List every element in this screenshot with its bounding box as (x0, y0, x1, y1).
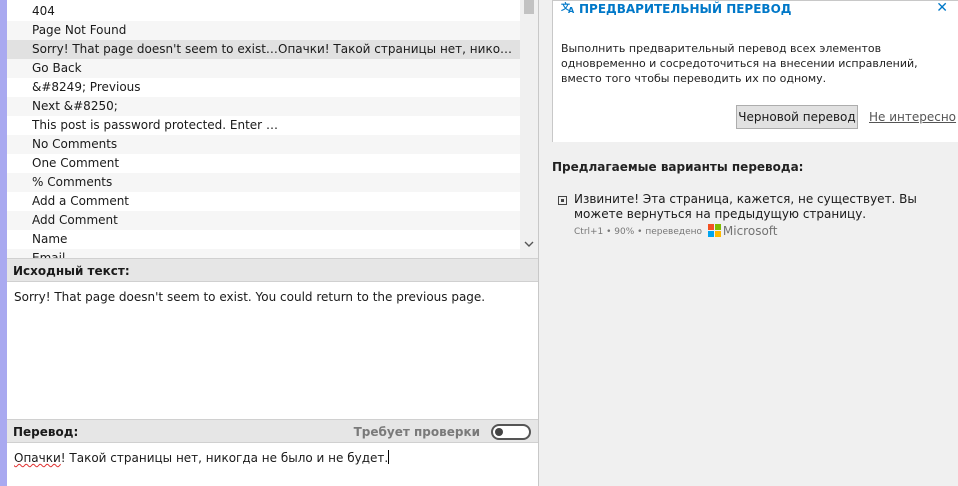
string-source: Page Not Found (32, 23, 127, 37)
string-source: Go Back (32, 61, 82, 75)
string-source: Sorry! That page doesn't seem to exist. … (32, 42, 278, 56)
translation-text: ! Такой страницы нет, никогда не было и … (60, 451, 389, 465)
string-row[interactable]: Next &#8250; (7, 97, 520, 116)
pretranslate-card: 文A ПРЕДВАРИТЕЛЬНЫЙ ПЕРЕВОД ✕ Выполнить п… (552, 0, 958, 142)
string-row[interactable]: &#8249; Previous (7, 78, 520, 97)
string-source: % Comments (32, 175, 113, 189)
string-translation: Опачки! Такой страницы нет, никогда не .… (278, 42, 516, 56)
string-list: 404 Page Not Found Sorry! That page does… (7, 0, 538, 258)
chevron-down-icon[interactable] (524, 240, 534, 252)
string-row[interactable]: 404 (7, 2, 520, 21)
source-text-title: Исходный текст: (13, 264, 130, 278)
not-interested-link[interactable]: Не интересно (869, 105, 956, 129)
left-accent-bar (0, 0, 7, 486)
string-source: Email (32, 251, 66, 258)
source-text-header: Исходный текст: (7, 258, 538, 282)
misspelled-word: Опачки (14, 451, 61, 465)
suggestion-meta-text: Ctrl+1 • 90% • переведено (574, 227, 703, 237)
string-source: Add Comment (32, 213, 118, 227)
string-row[interactable]: One Comment (7, 154, 520, 173)
string-row[interactable]: Add Comment (7, 211, 520, 230)
svg-text:A: A (568, 6, 575, 13)
string-row[interactable]: Email (7, 249, 520, 258)
string-source: Next &#8250; (32, 99, 118, 113)
string-row-selected[interactable]: Sorry! That page doesn't seem to exist. … (7, 40, 520, 59)
translation-title: Перевод: (13, 425, 79, 439)
suggestion-icon (558, 196, 567, 205)
editor-pane: 404 Page Not Found Sorry! That page does… (7, 0, 538, 486)
close-icon[interactable]: ✕ (936, 0, 948, 16)
rough-translation-button[interactable]: Черновой перевод (736, 105, 858, 129)
suggestion-meta: Ctrl+1 • 90% • переведено Microsoft (574, 224, 778, 239)
needs-review-label: Требует проверки (353, 425, 480, 439)
text-caret (388, 450, 390, 464)
suggestions-title: Предлагаемые варианты перевода: (552, 160, 804, 174)
needs-review-toggle[interactable] (491, 424, 531, 440)
string-row[interactable]: Page Not Found (7, 21, 520, 40)
pretranslate-title: ПРЕДВАРИТЕЛЬНЫЙ ПЕРЕВОД (579, 2, 792, 16)
translate-icon: 文A (560, 1, 577, 18)
translation-input[interactable]: Опачки! Такой страницы нет, никогда не б… (7, 445, 538, 486)
toggle-knob (495, 428, 503, 436)
source-text: Sorry! That page doesn't seem to exist. … (14, 290, 486, 304)
pretranslate-description: Выполнить предварительный перевод всех э… (561, 42, 918, 85)
string-row[interactable]: Name (7, 230, 520, 249)
string-row[interactable]: No Comments (7, 135, 520, 154)
string-source: This post is password protected. Enter t… (32, 118, 278, 132)
string-source: One Comment (32, 156, 120, 170)
string-row[interactable]: Add a Comment (7, 192, 520, 211)
translation-header: Перевод: Требует проверки (7, 419, 538, 443)
provider-name: Microsoft (722, 224, 778, 238)
string-list-scrollbar[interactable] (520, 0, 538, 258)
string-source: No Comments (32, 137, 118, 151)
microsoft-logo-icon (707, 224, 721, 237)
sidebar-pane: 文A ПРЕДВАРИТЕЛЬНЫЙ ПЕРЕВОД ✕ Выполнить п… (539, 0, 958, 486)
string-row[interactable]: This post is password protected. Enter t… (7, 116, 520, 135)
scrollbar-thumb[interactable] (524, 0, 534, 14)
string-source: 404 (32, 4, 55, 18)
string-source: Add a Comment (32, 194, 130, 208)
string-source: Name (32, 232, 68, 246)
string-source: &#8249; Previous (32, 80, 141, 94)
suggestion-text[interactable]: Извините! Эта страница, кажется, не суще… (574, 192, 944, 222)
pretranslate-title-row: 文A ПРЕДВАРИТЕЛЬНЫЙ ПЕРЕВОД (560, 1, 792, 19)
string-row[interactable]: % Comments (7, 173, 520, 192)
string-row[interactable]: Go Back (7, 59, 520, 78)
